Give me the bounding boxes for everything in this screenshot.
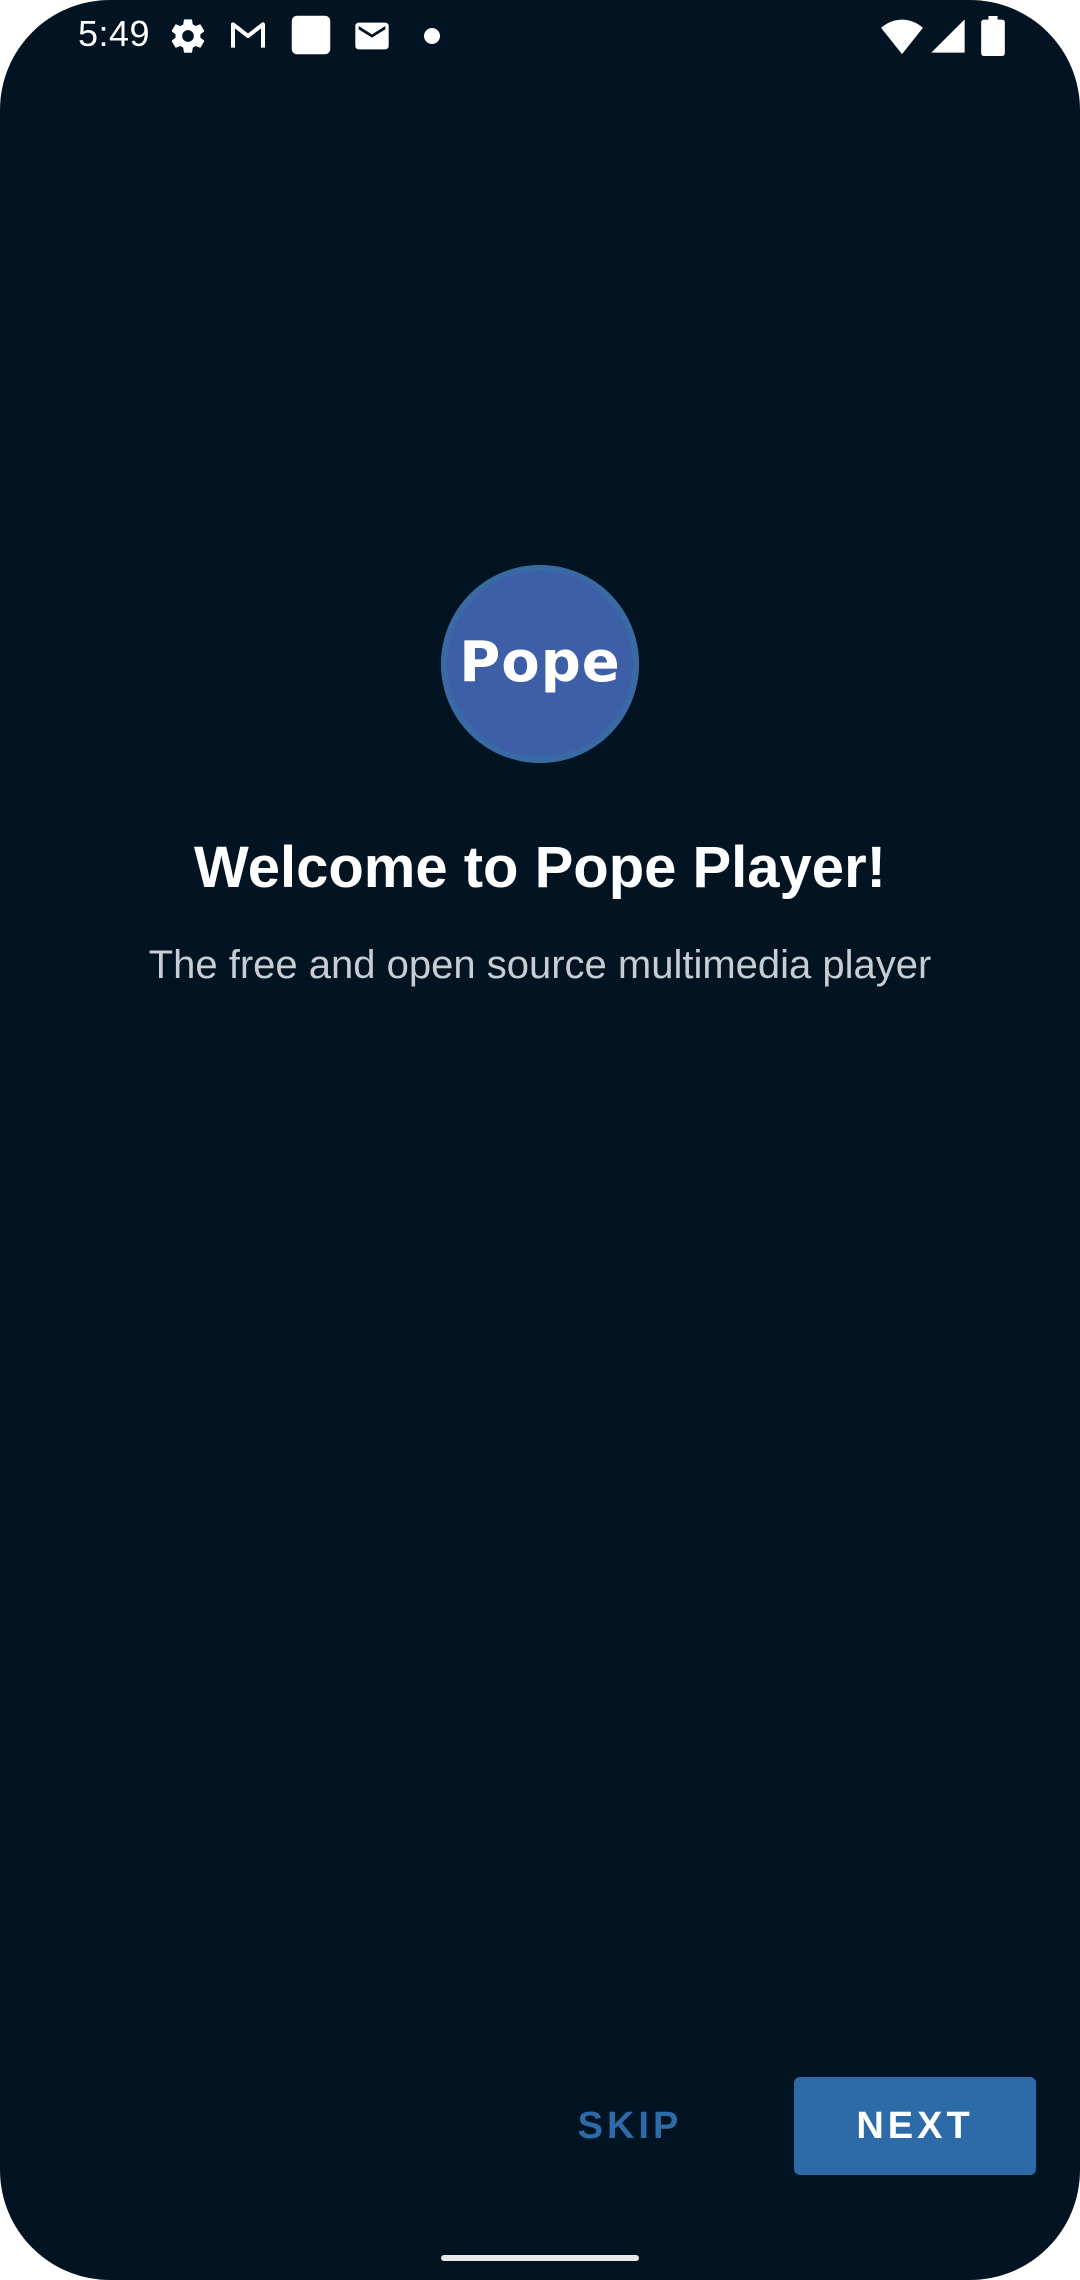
next-button[interactable]: NEXT [794,2077,1036,2175]
battery-icon [980,16,1006,56]
status-time: 5:49 [78,13,151,54]
status-bar: 5:49 [0,0,1080,70]
signal-icon [928,16,968,56]
mail-icon [352,16,392,56]
logo-text: Pope [459,629,621,695]
gmail-icon [228,16,268,56]
pope-player-logo: Pope [441,565,639,763]
welcome-title: Welcome to Pope Player! [194,835,886,900]
gear-icon [168,16,208,56]
square-app-icon [290,14,332,56]
dot-icon [424,28,440,44]
welcome-subtitle: The free and open source multimedia play… [148,943,932,987]
phone-screen: 5:49 Pope Welcome to Pope Player! The fr… [0,0,1080,2280]
skip-button[interactable]: SKIP [560,2076,700,2176]
home-indicator[interactable] [441,2255,639,2261]
wifi-icon [880,16,924,56]
